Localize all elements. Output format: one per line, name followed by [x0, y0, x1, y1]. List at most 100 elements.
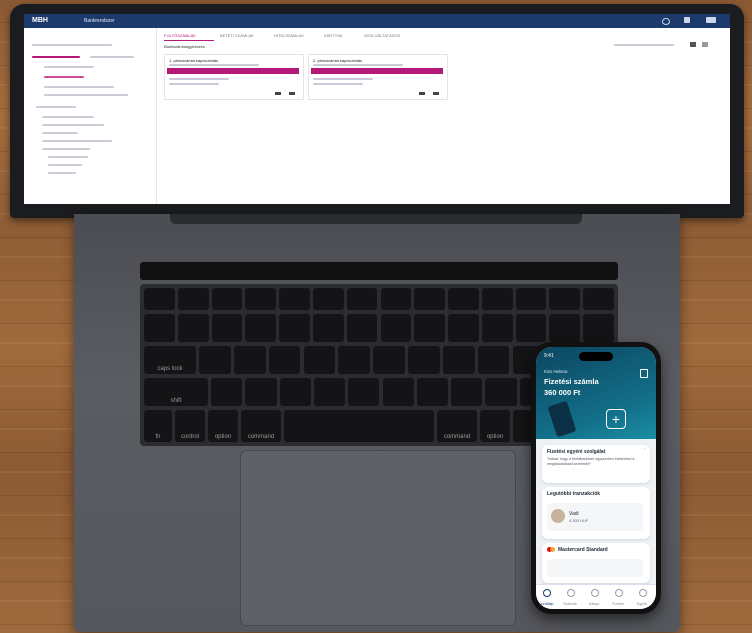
keyboard-key[interactable]: control — [175, 410, 205, 442]
keyboard-key[interactable] — [233, 346, 266, 374]
keyboard-key[interactable] — [408, 346, 440, 374]
keyboard-key[interactable] — [373, 346, 405, 374]
keyboard-key[interactable] — [583, 314, 614, 342]
bell-icon[interactable] — [684, 17, 690, 23]
card-detail-row[interactable] — [547, 559, 643, 577]
keyboard-key[interactable] — [245, 288, 277, 310]
add-icon[interactable]: + — [606, 409, 626, 429]
keyboard-key[interactable]: option — [208, 410, 238, 442]
sidebar-item[interactable] — [44, 94, 128, 96]
chevron-up-icon[interactable]: ˆ — [644, 448, 646, 454]
trackpad[interactable] — [240, 450, 516, 626]
keyboard-key[interactable] — [515, 314, 547, 342]
sidebar-item[interactable] — [42, 124, 104, 126]
keyboard-key[interactable] — [312, 314, 344, 342]
payment-icon[interactable] — [615, 589, 623, 597]
keyboard-key[interactable] — [177, 314, 209, 342]
sidebar-item[interactable] — [36, 106, 76, 108]
keyboard-key[interactable] — [442, 346, 475, 374]
keyboard-key[interactable] — [268, 346, 301, 374]
sidebar-item[interactable] — [48, 172, 76, 174]
account-name[interactable]: Fizetési számla — [544, 377, 599, 386]
tab-home[interactable]: Kezdőlap — [536, 602, 556, 606]
tab-folyoszamlak[interactable]: FOLYÓSZÁMLÁK — [164, 33, 196, 38]
sidebar-search[interactable] — [32, 44, 112, 46]
search-icon[interactable] — [662, 18, 670, 25]
keyboard-key[interactable] — [144, 314, 175, 342]
toolbar-filter[interactable] — [614, 44, 674, 46]
sidebar-tab[interactable] — [90, 56, 134, 58]
keyboard-key[interactable] — [211, 378, 243, 406]
keyboard-key[interactable] — [346, 288, 378, 310]
more-icon[interactable] — [289, 92, 295, 95]
keyboard-key[interactable] — [477, 346, 510, 374]
edit-icon[interactable] — [275, 92, 281, 95]
accounts-icon[interactable] — [567, 589, 575, 597]
home-icon[interactable] — [543, 589, 551, 597]
keyboard-key[interactable] — [485, 378, 517, 406]
keyboard-key[interactable]: fn — [144, 410, 172, 442]
keyboard-key[interactable]: command — [241, 410, 281, 442]
wallet-icon[interactable] — [640, 369, 648, 378]
keyboard-key[interactable] — [211, 288, 243, 310]
sidebar-item-active[interactable] — [44, 76, 84, 78]
tab-beteti[interactable]: BETÉTI SZÁMLÁK — [220, 33, 254, 38]
keyboard-key[interactable] — [515, 288, 547, 310]
keyboard-key[interactable] — [313, 378, 346, 406]
keyboard-key[interactable] — [245, 378, 277, 406]
edit-icon[interactable] — [419, 92, 425, 95]
keyboard-key[interactable] — [451, 378, 483, 406]
keyboard-key[interactable]: shift — [144, 378, 208, 406]
tab-accounts[interactable]: Számlák — [560, 602, 580, 606]
keyboard-key[interactable] — [199, 346, 231, 374]
keyboard-key[interactable] — [284, 410, 434, 442]
transaction-row[interactable]: Vadi 4 300 HUF — [547, 503, 643, 531]
keyboard-key[interactable] — [279, 378, 311, 406]
keyboard-key[interactable] — [549, 288, 581, 310]
sidebar-item[interactable] — [42, 140, 112, 142]
keyboard-key[interactable] — [416, 378, 449, 406]
tab-payment[interactable]: Fizetés — [608, 602, 628, 606]
keyboard-key[interactable] — [177, 288, 209, 310]
card-icon[interactable] — [591, 589, 599, 597]
sidebar-tab-active[interactable] — [32, 56, 80, 58]
tab-hitel[interactable]: HITELSZÁMLÁK — [274, 33, 304, 38]
keyboard-key[interactable] — [380, 288, 412, 310]
keyboard-key[interactable]: command — [437, 410, 477, 442]
keyboard-key[interactable] — [380, 314, 412, 342]
promo-card[interactable]: Fizetési egyéni szolgálat Tudtad, hogy a… — [542, 445, 650, 483]
account-card[interactable]: 2. pénzszámla kapcsolódás — [308, 54, 448, 100]
keyboard-key[interactable] — [481, 288, 513, 310]
grid-view-icon[interactable] — [690, 42, 696, 47]
sidebar-item[interactable] — [48, 156, 88, 158]
more-icon[interactable] — [433, 92, 439, 95]
keyboard-key[interactable] — [346, 314, 378, 342]
keyboard-key[interactable] — [348, 378, 380, 406]
more-icon[interactable] — [639, 589, 647, 597]
keyboard-key[interactable] — [312, 288, 344, 310]
sidebar-item[interactable] — [42, 148, 90, 150]
touch-bar[interactable] — [140, 262, 618, 280]
keyboard-key[interactable]: option — [480, 410, 510, 442]
tab-more[interactable]: Egyéb — [632, 602, 652, 606]
recent-transactions-card[interactable]: Legutóbbi tranzakciók Vadi 4 300 HUF — [542, 487, 650, 539]
tab-kartyak[interactable]: KÁRTYÁK — [324, 33, 343, 38]
tab-szolgaltatasok[interactable]: SZOLGÁLTATÁSOK — [364, 33, 400, 38]
tab-card[interactable]: Kártya — [584, 602, 604, 606]
keyboard-key[interactable] — [549, 314, 581, 342]
keyboard-key[interactable] — [481, 314, 513, 342]
keyboard-key[interactable] — [448, 288, 479, 310]
keyboard-key[interactable] — [583, 288, 614, 310]
sidebar-item[interactable] — [48, 164, 82, 166]
sidebar-item[interactable] — [42, 132, 78, 134]
user-icon[interactable] — [706, 17, 716, 23]
keyboard-key[interactable] — [279, 314, 310, 342]
keyboard-key[interactable] — [414, 314, 446, 342]
keyboard-key[interactable] — [245, 314, 277, 342]
keyboard-key[interactable]: caps lock — [144, 346, 196, 374]
card-widget[interactable]: Mastercard Standard — [542, 543, 650, 583]
sidebar-item[interactable] — [44, 66, 94, 68]
keyboard-key[interactable] — [211, 314, 243, 342]
keyboard-key[interactable] — [382, 378, 414, 406]
keyboard-key[interactable] — [414, 288, 446, 310]
